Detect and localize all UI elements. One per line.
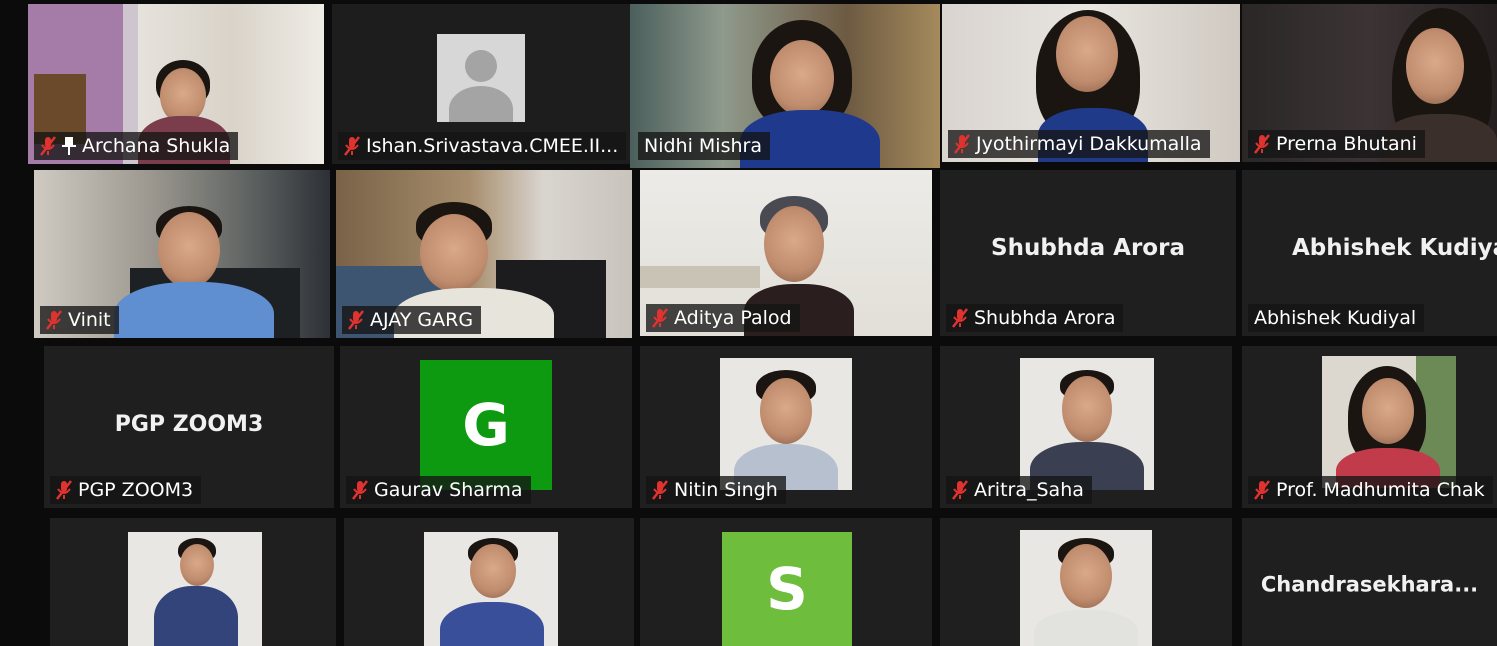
participant-name-bar: PGP ZOOM3 bbox=[50, 476, 202, 504]
participant-tile-aritra-saha[interactable]: Aritra_Saha bbox=[940, 346, 1232, 508]
participant-name-bar: Gaurav Sharma bbox=[346, 476, 531, 504]
profile-photo bbox=[424, 532, 558, 646]
participant-name: Prerna Bhutani bbox=[1276, 133, 1417, 155]
participant-tile-abhishek-kudiyal[interactable]: Abhishek Kudiyal Abhishek Kudiyal bbox=[1242, 170, 1497, 336]
participant-name: Jyothirmayi Dakkumalla bbox=[976, 133, 1202, 155]
participant-name: Aditya Palod bbox=[674, 307, 792, 329]
participant-tile-jyothirmayi-dakkumalla[interactable]: Jyothirmayi Dakkumalla bbox=[942, 4, 1240, 162]
participant-name-bar: Prof. Madhumita Chak bbox=[1248, 476, 1493, 504]
participant-display-name: Abhishek Kudiyal bbox=[1292, 234, 1497, 261]
muted-mic-icon bbox=[40, 136, 56, 156]
muted-mic-icon bbox=[352, 480, 368, 500]
participant-display-name: Chandrasekhara... bbox=[1260, 572, 1479, 597]
participant-name-bar: Vinit bbox=[40, 306, 119, 334]
participant-tile-ishan-srivastava[interactable]: Ishan.Srivastava.CMEE.II... bbox=[332, 4, 630, 164]
muted-mic-icon bbox=[952, 480, 968, 500]
participant-tile-gaurav-sharma[interactable]: G Gaurav Sharma bbox=[340, 346, 632, 508]
muted-mic-icon bbox=[1254, 134, 1270, 154]
participant-name-bar: Abhishek Kudiyal bbox=[1248, 304, 1425, 332]
participant-name-bar: AJAY GARG bbox=[342, 306, 482, 334]
participant-tile-chandrasekhara[interactable]: Chandrasekhara... bbox=[1242, 518, 1497, 646]
participant-name-bar: Archana Shukla bbox=[34, 132, 239, 160]
participant-name: Nitin Singh bbox=[674, 479, 778, 501]
participant-name-bar: Aditya Palod bbox=[646, 304, 800, 332]
participant-name: Prof. Madhumita Chak bbox=[1276, 479, 1485, 501]
participant-tile-pgp-zoom3[interactable]: PGP ZOOM3 PGP ZOOM3 bbox=[44, 346, 334, 508]
participant-tile-row4-4[interactable] bbox=[940, 518, 1232, 646]
muted-mic-icon bbox=[1254, 480, 1270, 500]
participant-name-bar: Nitin Singh bbox=[646, 476, 786, 504]
muted-mic-icon bbox=[348, 310, 364, 330]
muted-mic-icon bbox=[46, 310, 62, 330]
participant-name-bar: Shubhda Arora bbox=[946, 304, 1124, 332]
participant-tile-row4-1[interactable] bbox=[50, 518, 336, 646]
participant-name: Gaurav Sharma bbox=[374, 479, 523, 501]
muted-mic-icon bbox=[952, 308, 968, 328]
pin-icon bbox=[62, 136, 76, 156]
participant-tile-nidhi-mishra[interactable]: Nidhi Mishra bbox=[630, 4, 940, 168]
participant-tile-aditya-palod[interactable]: Aditya Palod bbox=[640, 170, 932, 336]
participant-name: PGP ZOOM3 bbox=[78, 479, 194, 501]
profile-photo bbox=[1020, 358, 1154, 490]
participant-name-bar: Jyothirmayi Dakkumalla bbox=[948, 130, 1210, 158]
profile-photo bbox=[1322, 356, 1456, 488]
participant-tile-madhumita[interactable]: Prof. Madhumita Chak bbox=[1242, 346, 1497, 508]
participant-tile-prerna-bhutani[interactable]: Prerna Bhutani bbox=[1242, 4, 1497, 162]
participant-tile-ajay-garg[interactable]: AJAY GARG bbox=[336, 170, 632, 338]
participant-name-bar: Nidhi Mishra bbox=[638, 132, 770, 160]
muted-mic-icon bbox=[954, 134, 970, 154]
participant-name: AJAY GARG bbox=[370, 309, 474, 331]
participant-name: Nidhi Mishra bbox=[644, 135, 762, 157]
participant-name-bar: Prerna Bhutani bbox=[1248, 130, 1425, 158]
participant-name-bar: Aritra_Saha bbox=[946, 476, 1092, 504]
participant-tile-shubhda-arora[interactable]: Shubhda Arora Shubhda Arora bbox=[940, 170, 1236, 336]
avatar-initial: S bbox=[722, 532, 852, 646]
participant-name: Abhishek Kudiyal bbox=[1254, 307, 1417, 329]
avatar-initial: G bbox=[420, 360, 552, 490]
participant-display-name: PGP ZOOM3 bbox=[114, 412, 264, 437]
profile-photo bbox=[128, 532, 262, 646]
muted-mic-icon bbox=[344, 136, 360, 156]
participant-tile-vinit[interactable]: Vinit bbox=[34, 170, 330, 338]
profile-photo bbox=[1020, 530, 1152, 646]
participant-name: Aritra_Saha bbox=[974, 479, 1084, 501]
muted-mic-icon bbox=[56, 480, 72, 500]
participant-name-bar: Ishan.Srivastava.CMEE.II... bbox=[338, 132, 627, 160]
gallery-view: Archana Shukla Ishan.Srivastava.CMEE.II.… bbox=[0, 0, 1497, 646]
participant-name: Vinit bbox=[68, 309, 111, 331]
participant-name: Archana Shukla bbox=[82, 135, 231, 157]
avatar-placeholder bbox=[437, 34, 525, 122]
participant-name: Ishan.Srivastava.CMEE.II... bbox=[366, 135, 619, 157]
participant-name: Shubhda Arora bbox=[974, 307, 1116, 329]
participant-tile-archana-shukla[interactable]: Archana Shukla bbox=[28, 4, 324, 164]
muted-mic-icon bbox=[652, 480, 668, 500]
profile-photo bbox=[720, 358, 852, 490]
participant-display-name: Shubhda Arora bbox=[991, 234, 1185, 261]
participant-tile-row4-2[interactable] bbox=[344, 518, 634, 646]
muted-mic-icon bbox=[652, 308, 668, 328]
participant-tile-nitin-singh[interactable]: Nitin Singh bbox=[640, 346, 932, 508]
participant-tile-row4-3[interactable]: S bbox=[640, 518, 932, 646]
